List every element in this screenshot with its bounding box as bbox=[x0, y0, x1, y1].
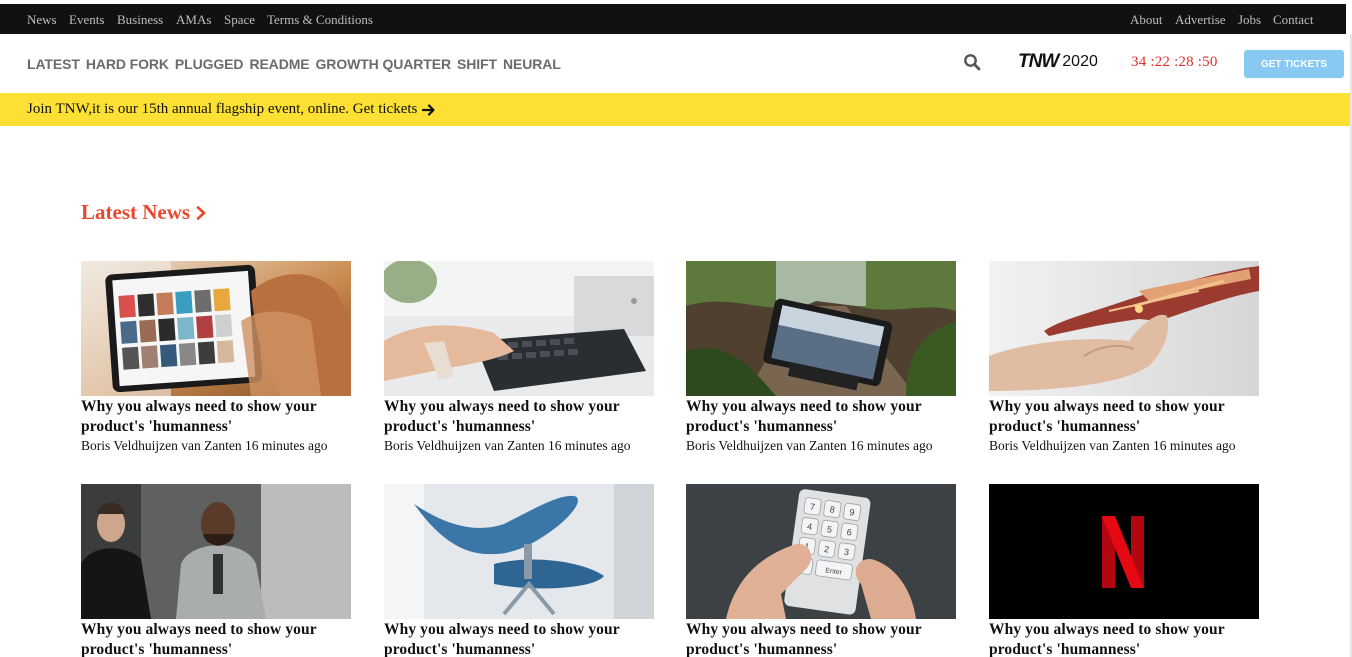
article-title[interactable]: Why you always need to show your product… bbox=[686, 620, 961, 657]
article-author[interactable]: Boris Veldhuijzen van Zanten bbox=[384, 438, 545, 453]
nav-readme[interactable]: README bbox=[249, 56, 309, 72]
section-title-text: Latest News bbox=[81, 200, 191, 224]
article-card[interactable]: Why you always need to show your product… bbox=[81, 484, 351, 657]
topbar-link-events[interactable]: Events bbox=[69, 12, 104, 28]
article-card[interactable]: 7894561230Enter Why you always need to s… bbox=[686, 484, 956, 657]
article-meta: Boris Veldhuijzen van Zanten 16 minutes … bbox=[384, 438, 654, 454]
nav-shift[interactable]: SHIFT bbox=[457, 56, 497, 72]
article-thumbnail[interactable] bbox=[81, 261, 351, 396]
article-card[interactable]: Why you always need to show your product… bbox=[989, 261, 1259, 454]
article-title[interactable]: Why you always need to show your product… bbox=[989, 397, 1264, 437]
banner-text: Join TNW,it is our 15th annual flagship … bbox=[27, 101, 418, 117]
article-title[interactable]: Why you always need to show your product… bbox=[989, 620, 1264, 657]
article-time: 16 minutes ago bbox=[547, 438, 631, 453]
article-author[interactable]: Boris Veldhuijzen van Zanten bbox=[81, 438, 242, 453]
article-title[interactable]: Why you always need to show your product… bbox=[81, 397, 356, 437]
article-card[interactable]: Why you always need to show your product… bbox=[384, 484, 654, 657]
event-countdown: 34 :22 :28 :50 bbox=[1131, 54, 1218, 70]
topbar-link-about[interactable]: About bbox=[1130, 12, 1163, 28]
topbar-link-contact[interactable]: Contact bbox=[1273, 12, 1313, 28]
category-nav: LATEST HARD FORK PLUGGED README GROWTH Q… bbox=[27, 56, 561, 72]
article-author[interactable]: Boris Veldhuijzen van Zanten bbox=[686, 438, 847, 453]
nav-latest[interactable]: LATEST bbox=[27, 56, 80, 72]
promo-banner[interactable]: Join TNW,it is our 15th annual flagship … bbox=[0, 93, 1350, 126]
article-title[interactable]: Why you always need to show your product… bbox=[384, 397, 659, 437]
article-thumbnail[interactable] bbox=[989, 484, 1259, 619]
logo-text: TNW bbox=[1018, 51, 1059, 72]
article-author[interactable]: Boris Veldhuijzen van Zanten bbox=[989, 438, 1150, 453]
article-thumbnail[interactable] bbox=[384, 484, 654, 619]
topbar-link-advertise[interactable]: Advertise bbox=[1175, 12, 1226, 28]
latest-news-heading[interactable]: Latest News bbox=[81, 200, 206, 225]
article-title[interactable]: Why you always need to show your product… bbox=[81, 620, 356, 657]
article-time: 16 minutes ago bbox=[244, 438, 328, 453]
article-card[interactable]: Why you always need to show your product… bbox=[686, 261, 956, 454]
main-navigation: LATEST HARD FORK PLUGGED README GROWTH Q… bbox=[0, 34, 1346, 93]
article-thumbnail[interactable] bbox=[81, 484, 351, 619]
nav-growth-quarter[interactable]: GROWTH QUARTER bbox=[316, 56, 452, 72]
article-meta: Boris Veldhuijzen van Zanten 16 minutes … bbox=[989, 438, 1259, 454]
article-meta: Boris Veldhuijzen van Zanten 16 minutes … bbox=[686, 438, 956, 454]
article-meta: Boris Veldhuijzen van Zanten 16 minutes … bbox=[81, 438, 351, 454]
topbar-link-terms[interactable]: Terms & Conditions bbox=[267, 12, 373, 28]
nav-hard-fork[interactable]: HARD FORK bbox=[86, 56, 169, 72]
article-card[interactable]: Why you always need to show your product… bbox=[989, 484, 1259, 657]
topbar-link-amas[interactable]: AMAs bbox=[176, 12, 211, 28]
topbar-link-jobs[interactable]: Jobs bbox=[1238, 12, 1261, 28]
article-time: 16 minutes ago bbox=[849, 438, 933, 453]
topbar-link-news[interactable]: News bbox=[27, 12, 57, 28]
article-title[interactable]: Why you always need to show your product… bbox=[686, 397, 961, 437]
article-thumbnail[interactable] bbox=[686, 261, 956, 396]
article-thumbnail[interactable] bbox=[989, 261, 1259, 396]
top-utility-bar: News Events Business AMAs Space Terms & … bbox=[0, 4, 1346, 34]
chevron-right-icon bbox=[196, 205, 206, 220]
logo-year: 2020 bbox=[1062, 53, 1098, 70]
article-card[interactable]: Why you always need to show your product… bbox=[81, 261, 351, 454]
article-thumbnail[interactable]: 7894561230Enter bbox=[686, 484, 956, 619]
nav-plugged[interactable]: PLUGGED bbox=[175, 56, 244, 72]
arrow-right-icon bbox=[422, 103, 435, 116]
topbar-link-business[interactable]: Business bbox=[117, 12, 163, 28]
article-time: 16 minutes ago bbox=[1152, 438, 1236, 453]
article-title[interactable]: Why you always need to show your product… bbox=[384, 620, 659, 657]
get-tickets-button[interactable]: GET TICKETS bbox=[1244, 50, 1344, 78]
article-card[interactable]: Why you always need to show your product… bbox=[384, 261, 654, 454]
article-thumbnail[interactable] bbox=[384, 261, 654, 396]
search-icon[interactable] bbox=[963, 53, 981, 71]
topbar-link-space[interactable]: Space bbox=[224, 12, 255, 28]
nav-neural[interactable]: NEURAL bbox=[503, 56, 561, 72]
tnw-logo[interactable]: TNW 2020 bbox=[1018, 51, 1098, 73]
